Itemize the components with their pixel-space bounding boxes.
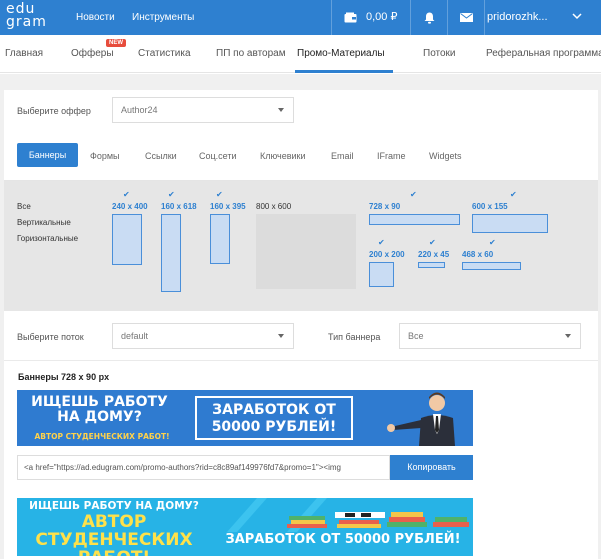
banner1-earn-box: ЗАРАБОТОК ОТ 50000 РУБЛЕЙ! <box>195 396 353 440</box>
banner2-earn: ЗАРАБОТОК ОТ 50000 РУБЛЕЙ! <box>225 532 461 547</box>
nav-news[interactable]: Новости <box>76 0 115 35</box>
banner-type-select[interactable]: Все <box>399 323 581 349</box>
check-icon: ✔ <box>123 190 130 199</box>
size-preview-468x60[interactable] <box>462 262 521 270</box>
check-icon: ✔ <box>216 190 223 199</box>
check-icon: ✔ <box>510 190 517 199</box>
size-preview-200x200[interactable] <box>369 262 394 287</box>
books-illustration <box>227 498 469 532</box>
stream-label: Выберите поток <box>17 332 84 342</box>
divider <box>331 0 332 35</box>
tab-iframe[interactable]: IFrame <box>377 151 406 161</box>
tab-social[interactable]: Соц.сети <box>199 151 237 161</box>
stream-select[interactable]: default <box>112 323 294 349</box>
wallet-icon[interactable] <box>340 0 360 35</box>
check-icon: ✔ <box>168 190 175 199</box>
offer-value: Author24 <box>121 105 158 115</box>
banner2-author: АВТОР СТУДЕНЧЕСКИХ РАБОТ! <box>35 512 193 556</box>
tab-forms[interactable]: Формы <box>90 151 120 161</box>
size-preview-160x618[interactable] <box>161 214 181 292</box>
size-preview-800x600[interactable] <box>256 214 356 289</box>
banner-728x90-1[interactable]: ИЩЕШЬ РАБОТУ НА ДОМУ? АВТОР СТУДЕНЧЕСКИХ… <box>17 390 473 446</box>
filter-all[interactable]: Все <box>17 202 31 211</box>
divider <box>484 0 485 35</box>
banner1-subtitle: АВТОР СТУДЕНЧЕСКИХ РАБОТ! <box>34 432 170 441</box>
active-tab-underline <box>295 70 393 73</box>
username[interactable]: pridorozhk... <box>487 0 548 35</box>
size-468x60[interactable]: 468 x 60 <box>462 250 493 259</box>
size-220x45[interactable]: 220 x 45 <box>418 250 449 259</box>
mail-icon[interactable] <box>448 0 484 35</box>
banner1-earn: ЗАРАБОТОК ОТ 50000 РУБЛЕЙ! <box>211 402 337 435</box>
banner1-question: ИЩЕШЬ РАБОТУ НА ДОМУ? <box>31 394 168 425</box>
size-800x600[interactable]: 800 x 600 <box>256 202 291 211</box>
subnav-home[interactable]: Главная <box>5 48 43 59</box>
offer-label: Выберите оффер <box>17 106 91 116</box>
caret-down-icon <box>278 108 284 112</box>
tab-widgets[interactable]: Widgets <box>429 151 462 161</box>
size-preview-240x400[interactable] <box>112 214 142 265</box>
banner-728x90-2[interactable]: ИЩЕШЬ РАБОТУ НА ДОМУ? АВТОР СТУДЕНЧЕСКИХ… <box>17 498 473 556</box>
check-icon: ✔ <box>429 238 436 247</box>
bell-icon[interactable] <box>411 0 447 35</box>
top-bar: edu gram Новости Инструменты 0,00 ₽ prid… <box>0 0 601 35</box>
caret-down-icon <box>278 334 284 338</box>
size-preview-600x155[interactable] <box>472 214 548 233</box>
subnav-offers[interactable]: Офферы <box>71 48 114 59</box>
subnav-promo[interactable]: Промо-Материалы <box>297 48 385 59</box>
size-728x90[interactable]: 728 x 90 <box>369 202 400 211</box>
banner-type-label: Тип баннера <box>328 332 381 342</box>
section-title: Баннеры 728 x 90 px <box>18 372 110 382</box>
size-160x618[interactable]: 160 x 618 <box>161 202 197 211</box>
caret-down-icon <box>565 334 571 338</box>
check-icon: ✔ <box>378 238 385 247</box>
check-icon: ✔ <box>489 238 496 247</box>
filter-horizontal[interactable]: Горизонтальные <box>17 234 78 243</box>
size-240x400[interactable]: 240 x 400 <box>112 202 148 211</box>
copy-button[interactable]: Копировать <box>390 455 473 480</box>
tab-links[interactable]: Ссылки <box>145 151 177 161</box>
offer-select[interactable]: Author24 <box>112 97 294 123</box>
tab-banners[interactable]: Баннеры <box>17 143 78 167</box>
sub-navigation: Главная Офферы NEW Статистика ПП по авто… <box>0 35 601 73</box>
size-160x395[interactable]: 160 x 395 <box>210 202 246 211</box>
tab-email[interactable]: Email <box>331 151 354 161</box>
banner2-question: ИЩЕШЬ РАБОТУ НА ДОМУ? <box>29 500 199 512</box>
size-600x155[interactable]: 600 x 155 <box>472 202 508 211</box>
logo-bottom: gram <box>6 14 47 30</box>
nav-tools[interactable]: Инструменты <box>132 0 194 35</box>
subnav-authors[interactable]: ПП по авторам <box>216 48 286 59</box>
subnav-stats[interactable]: Статистика <box>138 48 191 59</box>
banner-type-value: Все <box>408 331 424 341</box>
subnav-referral[interactable]: Реферальная программа <box>486 48 601 59</box>
businessman-illustration <box>387 392 455 446</box>
filter-vertical[interactable]: Вертикальные <box>17 218 71 227</box>
new-badge: NEW <box>106 39 126 47</box>
logo[interactable]: edu gram <box>6 2 52 31</box>
tab-keywords[interactable]: Ключевики <box>260 151 306 161</box>
embed-code-input[interactable]: <a href="https://ad.edugram.com/promo-au… <box>17 455 390 480</box>
chevron-down-icon[interactable] <box>572 12 582 23</box>
divider <box>4 360 598 361</box>
size-preview-728x90[interactable] <box>369 214 460 225</box>
size-preview-220x45[interactable] <box>418 262 445 268</box>
check-icon: ✔ <box>410 190 417 199</box>
size-preview-160x395[interactable] <box>210 214 230 264</box>
stream-value: default <box>121 331 149 341</box>
size-200x200[interactable]: 200 x 200 <box>369 250 405 259</box>
subnav-streams[interactable]: Потоки <box>423 48 456 59</box>
balance[interactable]: 0,00 ₽ <box>366 0 397 35</box>
